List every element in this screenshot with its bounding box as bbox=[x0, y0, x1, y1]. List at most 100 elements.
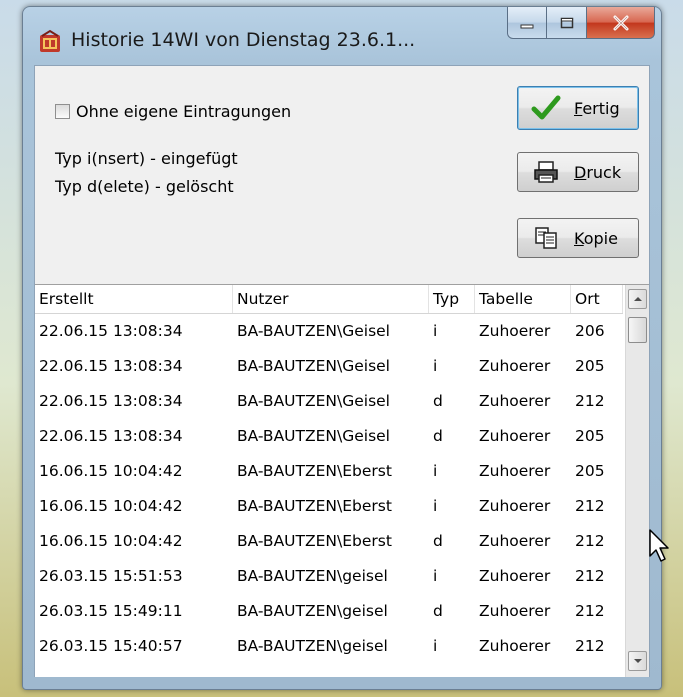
cell-typ: i bbox=[433, 322, 438, 340]
cell-tabelle: Zuhoerer bbox=[479, 322, 551, 340]
maximize-button[interactable] bbox=[547, 7, 587, 39]
druck-button[interactable]: Druck bbox=[517, 152, 639, 192]
minimize-button[interactable] bbox=[507, 7, 547, 39]
cell-ort: 212 bbox=[575, 392, 605, 410]
close-button[interactable] bbox=[587, 7, 655, 39]
cell-typ: i bbox=[433, 567, 438, 585]
table-row[interactable]: 26.03.15 15:40:57 BA-BAUTZEN\geisel i Zu… bbox=[35, 629, 623, 664]
copy-icon bbox=[530, 224, 562, 252]
cell-tabelle: Zuhoerer bbox=[479, 497, 551, 515]
table-header: Erstellt Nutzer Typ Tabelle Ort bbox=[35, 285, 623, 314]
cell-erstellt: 26.03.15 15:49:11 bbox=[39, 602, 183, 620]
table-row[interactable]: 22.06.15 13:08:34 BA-BAUTZEN\Geisel d Zu… bbox=[35, 419, 623, 454]
table-row[interactable]: 16.06.15 10:04:42 BA-BAUTZEN\Eberst i Zu… bbox=[35, 489, 623, 524]
cell-typ: d bbox=[433, 392, 443, 410]
cell-ort: 212 bbox=[575, 497, 605, 515]
ohne-eigene-checkbox[interactable] bbox=[55, 104, 70, 119]
cell-nutzer: BA-BAUTZEN\Eberst bbox=[237, 462, 392, 480]
cell-erstellt: 22.06.15 13:08:34 bbox=[39, 392, 183, 410]
cell-tabelle: Zuhoerer bbox=[479, 567, 551, 585]
table-row[interactable]: 22.06.15 13:08:34 BA-BAUTZEN\Geisel d Zu… bbox=[35, 384, 623, 419]
cell-ort: 212 bbox=[575, 567, 605, 585]
cell-ort: 206 bbox=[575, 322, 605, 340]
cell-ort: 212 bbox=[575, 602, 605, 620]
scroll-down-icon bbox=[633, 659, 642, 663]
cell-ort: 212 bbox=[575, 637, 605, 655]
history-window: Historie 14WI von Dienstag 23.6.1... Ohn… bbox=[22, 6, 662, 690]
vertical-scrollbar[interactable] bbox=[625, 285, 649, 677]
scroll-down-button[interactable] bbox=[628, 651, 647, 671]
cell-ort: 205 bbox=[575, 357, 605, 375]
cell-tabelle: Zuhoerer bbox=[479, 532, 551, 550]
window-controls bbox=[507, 7, 655, 41]
cell-nutzer: BA-BAUTZEN\geisel bbox=[237, 567, 388, 585]
table-row[interactable]: 26.03.15 15:49:11 BA-BAUTZEN\geisel d Zu… bbox=[35, 594, 623, 629]
cell-erstellt: 26.03.15 15:40:57 bbox=[39, 637, 183, 655]
cell-erstellt: 22.06.15 13:08:34 bbox=[39, 427, 183, 445]
close-icon bbox=[613, 15, 628, 30]
cell-tabelle: Zuhoerer bbox=[479, 602, 551, 620]
column-header-nutzer[interactable]: Nutzer bbox=[233, 285, 429, 313]
cell-tabelle: Zuhoerer bbox=[479, 392, 551, 410]
checkmark-icon bbox=[530, 94, 562, 122]
scroll-thumb[interactable] bbox=[628, 317, 647, 343]
column-header-typ[interactable]: Typ bbox=[429, 285, 475, 313]
cell-erstellt: 26.03.15 15:51:53 bbox=[39, 567, 183, 585]
cell-nutzer: BA-BAUTZEN\geisel bbox=[237, 637, 388, 655]
table-row[interactable]: 16.06.15 10:04:42 BA-BAUTZEN\Eberst d Zu… bbox=[35, 524, 623, 559]
cell-typ: d bbox=[433, 602, 443, 620]
ohne-eigene-checkbox-row[interactable]: Ohne eigene Eintragungen bbox=[55, 102, 291, 121]
history-table[interactable]: Erstellt Nutzer Typ Tabelle Ort 22.06.15… bbox=[35, 284, 649, 677]
cell-typ: i bbox=[433, 357, 438, 375]
scroll-up-button[interactable] bbox=[628, 289, 647, 309]
cell-tabelle: Zuhoerer bbox=[479, 637, 551, 655]
cell-tabelle: Zuhoerer bbox=[479, 427, 551, 445]
column-header-tabelle[interactable]: Tabelle bbox=[475, 285, 571, 313]
title-bar[interactable]: Historie 14WI von Dienstag 23.6.1... bbox=[23, 7, 661, 65]
cell-nutzer: BA-BAUTZEN\Geisel bbox=[237, 357, 390, 375]
cell-tabelle: Zuhoerer bbox=[479, 357, 551, 375]
dialog-client-area: Ohne eigene Eintragungen Typ i(nsert) - … bbox=[34, 65, 650, 677]
cell-nutzer: BA-BAUTZEN\Geisel bbox=[237, 392, 390, 410]
column-header-erstellt[interactable]: Erstellt bbox=[35, 285, 233, 313]
cell-typ: i bbox=[433, 462, 438, 480]
table-row[interactable]: 16.06.15 10:04:42 BA-BAUTZEN\Eberst i Zu… bbox=[35, 454, 623, 489]
cell-erstellt: 16.06.15 10:04:42 bbox=[39, 497, 183, 515]
maximize-icon bbox=[560, 17, 573, 28]
table-row[interactable]: 26.03.15 15:51:53 BA-BAUTZEN\geisel i Zu… bbox=[35, 559, 623, 594]
cell-nutzer: BA-BAUTZEN\geisel bbox=[237, 602, 388, 620]
minimize-icon bbox=[520, 24, 534, 28]
cell-typ: d bbox=[433, 427, 443, 445]
fertig-button[interactable]: Fertig bbox=[517, 86, 639, 130]
cell-typ: d bbox=[433, 532, 443, 550]
cell-nutzer: BA-BAUTZEN\Eberst bbox=[237, 497, 392, 515]
scroll-up-icon bbox=[633, 297, 642, 301]
cell-nutzer: BA-BAUTZEN\Geisel bbox=[237, 427, 390, 445]
cell-nutzer: BA-BAUTZEN\Geisel bbox=[237, 322, 390, 340]
cell-ort: 212 bbox=[575, 532, 605, 550]
mouse-cursor-icon bbox=[649, 529, 669, 562]
app-icon bbox=[40, 29, 60, 52]
cell-tabelle: Zuhoerer bbox=[479, 462, 551, 480]
cell-ort: 205 bbox=[575, 427, 605, 445]
ohne-eigene-label[interactable]: Ohne eigene Eintragungen bbox=[76, 102, 291, 121]
kopie-button[interactable]: Kopie bbox=[517, 218, 639, 258]
info-insert-line: Typ i(nsert) - eingefügt bbox=[55, 149, 238, 168]
printer-icon bbox=[530, 158, 562, 186]
cell-typ: i bbox=[433, 497, 438, 515]
cell-erstellt: 16.06.15 10:04:42 bbox=[39, 532, 183, 550]
cell-ort: 205 bbox=[575, 462, 605, 480]
column-header-ort[interactable]: Ort bbox=[571, 285, 623, 313]
cell-typ: i bbox=[433, 637, 438, 655]
druck-label: Druck bbox=[574, 162, 622, 182]
table-row[interactable]: 22.06.15 13:08:34 BA-BAUTZEN\Geisel i Zu… bbox=[35, 349, 623, 384]
fertig-label: Fertig bbox=[574, 98, 620, 118]
cell-erstellt: 22.06.15 13:08:34 bbox=[39, 322, 183, 340]
window-title: Historie 14WI von Dienstag 23.6.1... bbox=[71, 29, 416, 51]
cell-erstellt: 22.06.15 13:08:34 bbox=[39, 357, 183, 375]
cell-erstellt: 16.06.15 10:04:42 bbox=[39, 462, 183, 480]
info-delete-line: Typ d(elete) - gelöscht bbox=[55, 177, 234, 196]
cell-nutzer: BA-BAUTZEN\Eberst bbox=[237, 532, 392, 550]
table-row[interactable]: 22.06.15 13:08:34 BA-BAUTZEN\Geisel i Zu… bbox=[35, 314, 623, 349]
kopie-label: Kopie bbox=[574, 228, 618, 248]
